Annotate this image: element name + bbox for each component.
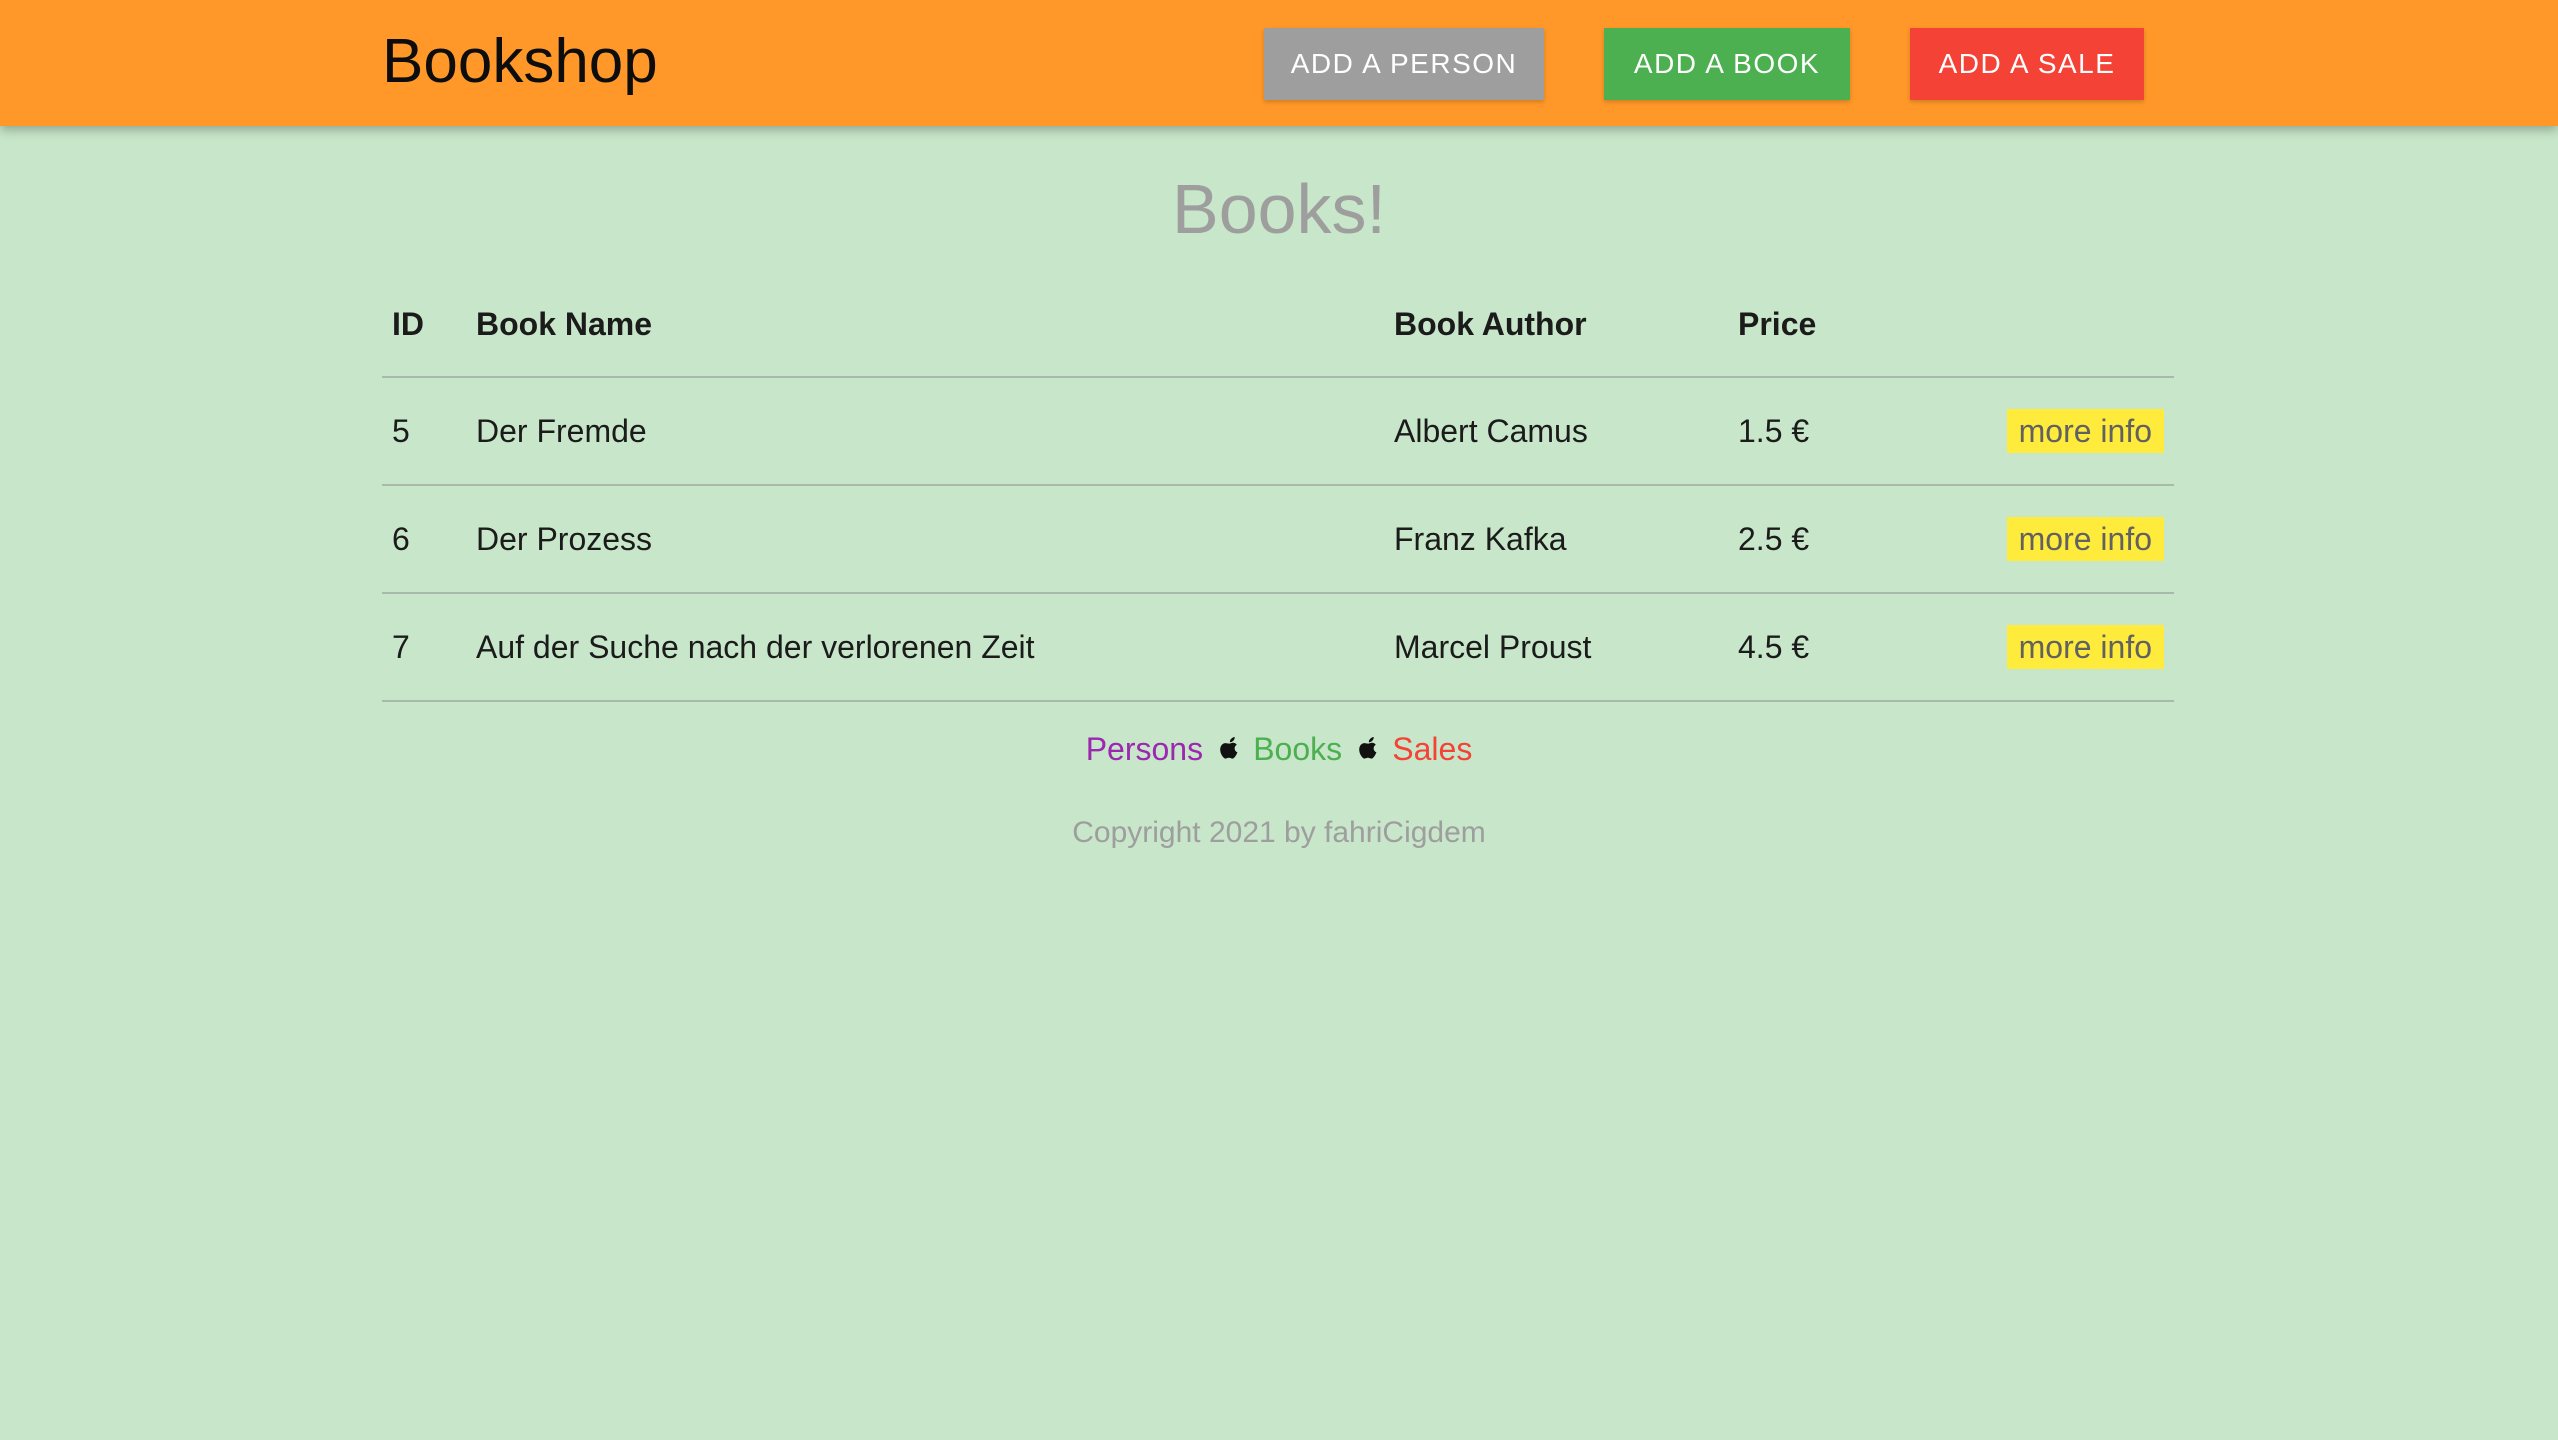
table-row: 7 Auf der Suche nach der verlorenen Zeit… <box>382 594 2174 702</box>
column-header-price: Price <box>1738 305 1817 342</box>
book-name: Der Fremde <box>476 412 647 449</box>
book-name: Auf der Suche nach der verlorenen Zeit <box>476 628 1035 665</box>
add-sale-button[interactable]: ADD A SALE <box>1910 28 2144 100</box>
column-header-id: ID <box>392 305 424 342</box>
table-row: 6 Der Prozess Franz Kafka 2.5 € more inf… <box>382 486 2174 594</box>
book-author: Albert Camus <box>1394 412 1588 449</box>
book-price: 4.5 € <box>1738 628 1810 665</box>
table-header-row: ID Book Name Book Author Price <box>382 272 2174 378</box>
book-author: Franz Kafka <box>1394 520 1567 557</box>
book-price: 1.5 € <box>1738 412 1810 449</box>
top-navbar: Bookshop ADD A PERSON ADD A BOOK ADD A S… <box>0 0 2558 126</box>
footer-link-persons[interactable]: Persons <box>1086 731 1203 767</box>
more-info-button[interactable]: more info <box>2006 625 2164 669</box>
copyright-text: Copyright 2021 by fahriCigdem <box>1072 816 1486 849</box>
book-author: Marcel Proust <box>1394 628 1592 665</box>
page-title: Books! <box>1172 170 1386 248</box>
apple-icon <box>1218 736 1247 766</box>
footer-link-books[interactable]: Books <box>1253 731 1342 767</box>
apple-icon <box>1357 736 1386 766</box>
book-id: 5 <box>392 412 410 449</box>
more-info-button[interactable]: more info <box>2006 409 2164 453</box>
brand-logo[interactable]: Bookshop <box>382 24 658 100</box>
column-header-book-author: Book Author <box>1394 305 1587 342</box>
column-header-book-name: Book Name <box>476 305 653 342</box>
footer-nav: Persons Books Sales <box>0 726 2558 774</box>
book-id: 7 <box>392 628 410 665</box>
add-book-button[interactable]: ADD A BOOK <box>1604 28 1850 100</box>
footer-link-sales[interactable]: Sales <box>1392 731 1472 767</box>
book-price: 2.5 € <box>1738 520 1810 557</box>
book-id: 6 <box>392 520 410 557</box>
table-row: 5 Der Fremde Albert Camus 1.5 € more inf… <box>382 378 2174 486</box>
books-table: ID Book Name Book Author Price 5 Der Fre… <box>382 272 2174 702</box>
book-name: Der Prozess <box>476 520 653 557</box>
add-person-button[interactable]: ADD A PERSON <box>1264 28 1544 100</box>
more-info-button[interactable]: more info <box>2006 517 2164 561</box>
